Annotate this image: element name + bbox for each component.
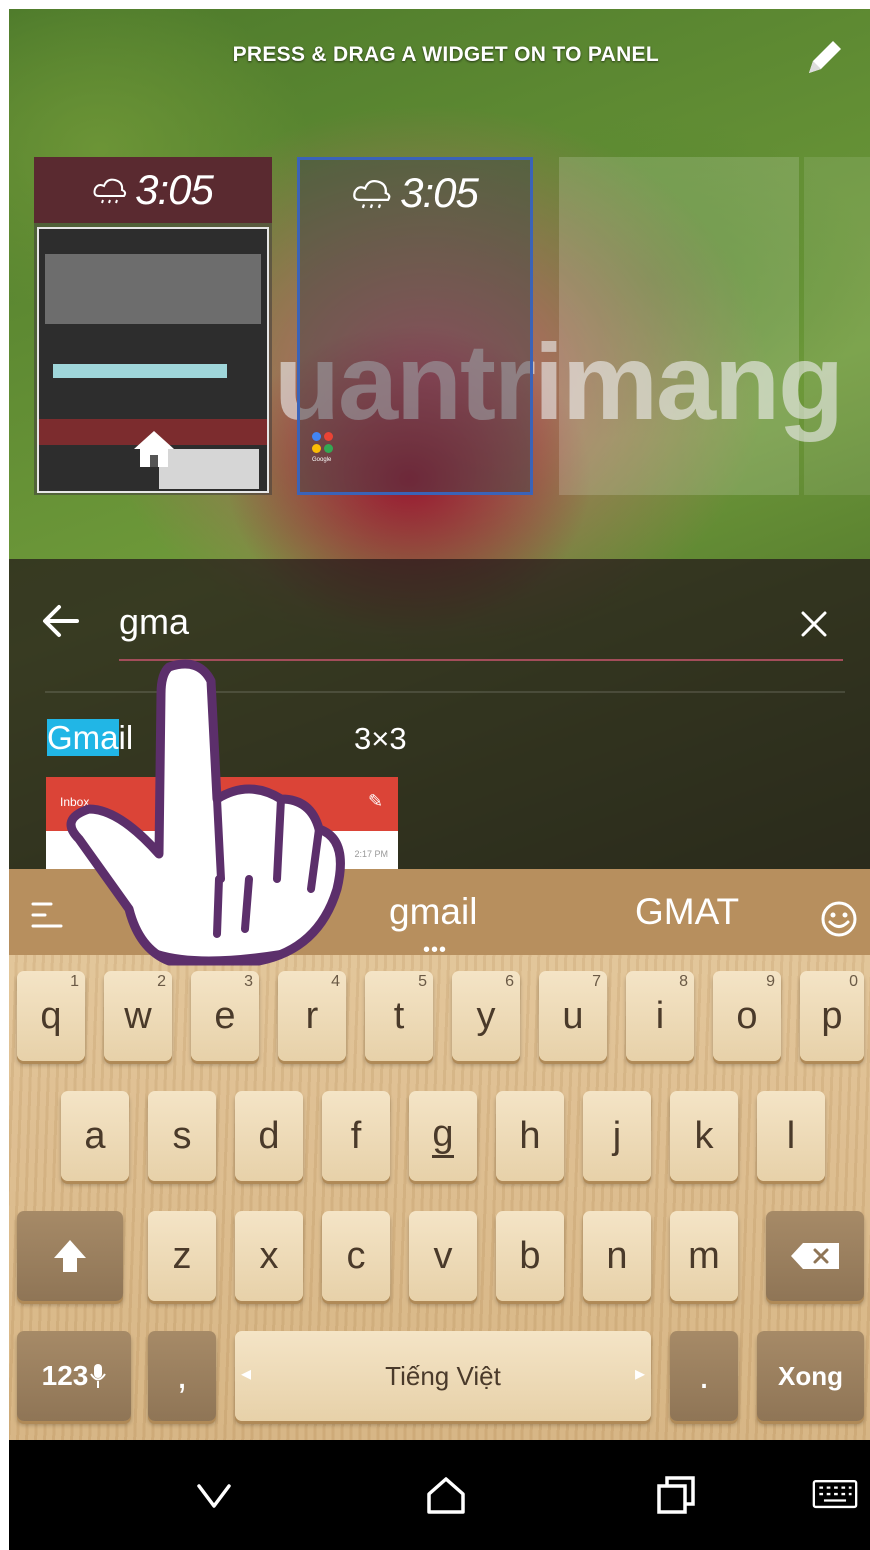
key-k[interactable]: k — [670, 1091, 738, 1181]
key-q[interactable]: q1 — [17, 971, 85, 1061]
clock-time: 3:05 — [400, 169, 479, 216]
home-screen-editor: uantrimang PRESS & DRAG A WIDGET ON TO P… — [9, 9, 870, 1550]
emoji-icon[interactable] — [819, 899, 859, 939]
space-right-arrow-icon: ▸ — [634, 1363, 645, 1385]
numbers-key-label: 123 — [41, 1360, 89, 1391]
home-panel-3-empty[interactable] — [559, 157, 799, 495]
key-u-num: 7 — [592, 973, 601, 990]
numbers-key[interactable]: 123 — [17, 1331, 131, 1421]
key-n[interactable]: n — [583, 1211, 651, 1301]
widget-search-input[interactable] — [119, 597, 419, 647]
key-o-num: 9 — [766, 973, 775, 990]
key-t-num: 5 — [418, 973, 427, 990]
backspace-key[interactable] — [766, 1211, 864, 1301]
key-e-label: e — [214, 994, 236, 1037]
key-w-label: w — [124, 994, 152, 1037]
key-z[interactable]: z — [148, 1211, 216, 1301]
key-q-label: q — [40, 994, 62, 1037]
key-t-label: t — [393, 994, 405, 1037]
key-m[interactable]: m — [670, 1211, 738, 1301]
key-h[interactable]: h — [496, 1091, 564, 1181]
backspace-icon — [791, 1243, 839, 1269]
key-f[interactable]: f — [322, 1091, 390, 1181]
mic-icon — [90, 1364, 107, 1388]
google-folder[interactable]: Google — [312, 432, 333, 463]
space-key[interactable]: ◂ Tiếng Việt ▸ — [235, 1331, 651, 1421]
suggestion-2[interactable]: gmail — [389, 891, 477, 933]
key-v[interactable]: v — [409, 1211, 477, 1301]
clock-widget[interactable]: 3:05 — [300, 160, 530, 226]
space-key-label: Tiếng Việt — [385, 1360, 501, 1391]
key-i-label: i — [655, 994, 665, 1037]
key-y[interactable]: y6 — [452, 971, 520, 1061]
key-l[interactable]: l — [757, 1091, 825, 1181]
preview-cyan-band — [53, 364, 227, 378]
suggestion-3[interactable]: GMAT — [635, 891, 739, 933]
key-g[interactable]: g — [409, 1091, 477, 1181]
home-panel-1[interactable]: 3:05 — [34, 157, 272, 495]
key-x[interactable]: x — [235, 1211, 303, 1301]
gmail-preview-time: 2:17 PM — [354, 849, 388, 859]
weather-cloud-icon — [93, 178, 127, 204]
pencil-icon[interactable] — [801, 33, 849, 81]
key-s[interactable]: s — [148, 1091, 216, 1181]
shift-icon — [54, 1240, 86, 1272]
key-t[interactable]: t5 — [365, 971, 433, 1061]
key-y-label: y — [476, 994, 496, 1037]
key-p[interactable]: p0 — [800, 971, 864, 1061]
key-c[interactable]: c — [322, 1211, 390, 1301]
shift-key[interactable] — [17, 1211, 123, 1301]
google-folder-label: Google — [312, 457, 332, 463]
comma-key[interactable]: , — [148, 1331, 216, 1421]
more-suggestions-icon[interactable]: ••• — [423, 939, 447, 962]
nav-recents-icon[interactable] — [651, 1470, 701, 1520]
google-folder-icon — [312, 432, 333, 453]
key-a[interactable]: a — [61, 1091, 129, 1181]
key-w[interactable]: w2 — [104, 971, 172, 1061]
home-panel-4-empty[interactable] — [804, 157, 870, 495]
back-arrow-icon[interactable] — [41, 601, 81, 641]
key-r-label: r — [305, 994, 319, 1037]
key-g-label: g — [432, 1115, 454, 1158]
widget-result-size: 3×3 — [354, 721, 407, 756]
key-u-label: u — [562, 994, 584, 1037]
key-e[interactable]: e3 — [191, 971, 259, 1061]
pointing-hand-icon — [66, 659, 345, 966]
key-b[interactable]: b — [496, 1211, 564, 1301]
key-i-num: 8 — [679, 973, 688, 990]
clear-icon[interactable] — [799, 609, 829, 639]
home-icon — [134, 431, 174, 467]
home-panel-2-selected[interactable]: 3:05 Google — [297, 157, 533, 495]
key-y-num: 6 — [505, 973, 514, 990]
period-key[interactable]: . — [670, 1331, 738, 1421]
done-key[interactable]: Xong — [757, 1331, 864, 1421]
key-d[interactable]: d — [235, 1091, 303, 1181]
key-o[interactable]: o9 — [713, 971, 781, 1061]
space-left-arrow-icon: ◂ — [241, 1363, 252, 1385]
key-u[interactable]: u7 — [539, 971, 607, 1061]
key-j[interactable]: j — [583, 1091, 651, 1181]
clock-time: 3:05 — [135, 166, 214, 213]
preview-header-band — [45, 254, 261, 324]
weather-cloud-icon — [353, 180, 391, 209]
key-i[interactable]: i8 — [626, 971, 694, 1061]
nav-back-icon[interactable] — [189, 1470, 239, 1520]
navigation-bar — [9, 1440, 870, 1550]
drag-hint: PRESS & DRAG A WIDGET ON TO PANEL — [232, 43, 659, 66]
key-p-num: 0 — [849, 973, 858, 990]
clock-widget[interactable]: 3:05 — [34, 157, 272, 223]
key-o-label: o — [736, 994, 758, 1037]
key-r[interactable]: r4 — [278, 971, 346, 1061]
key-p-label: p — [821, 994, 843, 1037]
keyboard-switch-icon[interactable] — [812, 1470, 858, 1520]
compose-icon: ✎ — [368, 791, 384, 811]
nav-home-icon[interactable] — [421, 1470, 471, 1520]
